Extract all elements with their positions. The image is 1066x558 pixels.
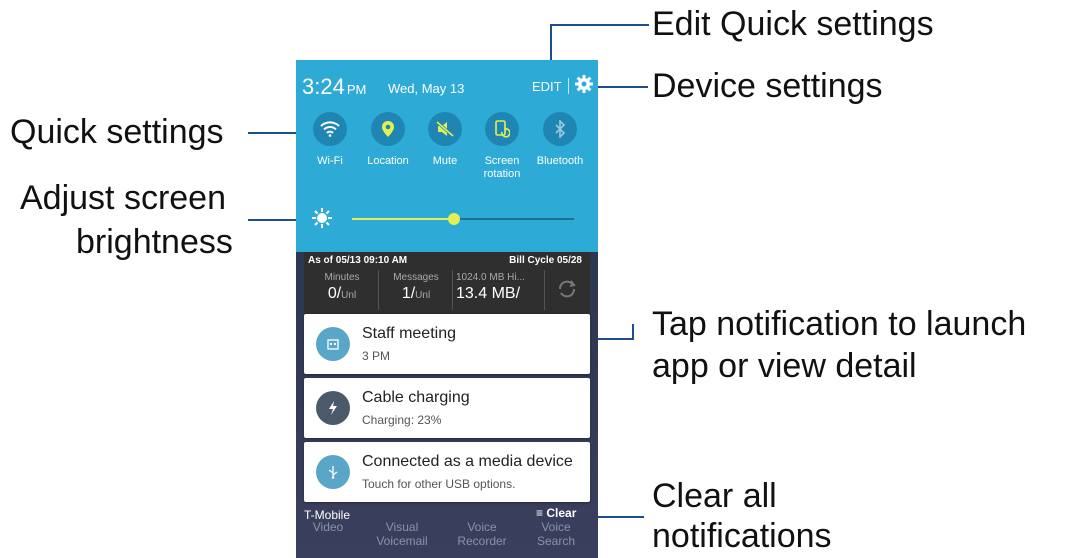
wifi-icon [313, 112, 347, 146]
brightness-leader [248, 219, 298, 221]
notification-title: Cable charging [362, 389, 470, 406]
quick-settings-callout: Quick settings [10, 113, 224, 151]
quick-settings-leader [248, 132, 298, 134]
adjust-brightness-callout-2: brightness [76, 223, 233, 261]
notification-staff-meeting[interactable]: Staff meeting 3 PM [304, 314, 590, 374]
app-label: Voice Search [536, 520, 576, 548]
tap-notification-callout-1: Tap notification to launch [652, 305, 1027, 343]
minutes-column: Minutes 0/Unl [324, 272, 360, 302]
divider [568, 78, 569, 94]
notification-cable-charging[interactable]: Cable charging Charging: 23% [304, 378, 590, 438]
messages-column: Messages 1/Unl [393, 272, 439, 302]
brightness-slider[interactable] [352, 213, 574, 225]
tile-wifi[interactable]: Wi-Fi [302, 112, 358, 168]
notification-title: Staff meeting [362, 325, 456, 342]
brightness-icon [312, 208, 332, 228]
brightness-slider-thumb[interactable] [448, 213, 461, 225]
clear-button[interactable]: ≡ Clear [536, 506, 576, 520]
edit-button[interactable]: EDIT [532, 79, 562, 94]
mute-icon [428, 112, 462, 146]
tile-screen-rotation[interactable]: Screen rotation [474, 112, 530, 181]
location-icon [371, 112, 405, 146]
notification-leader-h [598, 338, 634, 340]
home-app-labels: Video Visual Voicemail Voice Recorder Vo… [296, 520, 598, 558]
usb-icon [316, 455, 350, 489]
refresh-icon[interactable] [556, 278, 578, 300]
clear-all-callout-1: Clear all [652, 477, 777, 515]
tile-mute[interactable]: Mute [417, 112, 473, 168]
tile-label: Bluetooth [536, 155, 584, 167]
app-label: Video [312, 520, 344, 534]
tile-bluetooth[interactable]: Bluetooth [532, 112, 588, 168]
app-label: Visual Voicemail [376, 520, 428, 548]
notification-leader-v [632, 324, 634, 340]
as-of-label: As of 05/13 09:10 AM [308, 255, 408, 266]
notification-media-device[interactable]: Connected as a media device Touch for ot… [304, 442, 590, 502]
edit-quick-settings-callout: Edit Quick settings [652, 5, 934, 43]
data-column: 1024.0 MB Hi... 13.4 MB/ [456, 272, 525, 302]
quick-settings-panel: 3:24 PM Wed, May 13 EDIT Wi-Fi Location … [296, 60, 598, 252]
screen-rotation-icon [485, 112, 519, 146]
device-settings-leader [598, 86, 648, 88]
tile-location[interactable]: Location [360, 112, 416, 168]
tap-notification-callout-2: app or view detail [652, 347, 917, 385]
notification-subtitle: Touch for other USB options. [362, 477, 516, 491]
clear-all-callout-2: notifications [652, 517, 832, 555]
notification-title: Connected as a media device [362, 453, 573, 470]
carrier-label: T-Mobile [304, 508, 351, 522]
adjust-brightness-callout-1: Adjust screen [20, 179, 226, 217]
status-time: 3:24 PM [302, 74, 367, 99]
notification-subtitle: Charging: 23% [362, 413, 442, 427]
status-date: Wed, May 13 [388, 81, 465, 96]
tile-label: Wi-Fi [317, 155, 343, 167]
edit-leader-h [551, 24, 649, 26]
calendar-icon [316, 327, 350, 361]
app-label: Voice Recorder [457, 520, 507, 548]
bill-cycle-label: Bill Cycle 05/28 [509, 255, 582, 266]
tile-label: Mute [432, 155, 458, 167]
notification-subtitle: 3 PM [362, 349, 391, 363]
bluetooth-icon [543, 112, 577, 146]
brightness-slider-fill [352, 218, 455, 220]
tile-label: Screen rotation [483, 155, 521, 180]
clear-leader [598, 516, 644, 518]
gear-icon[interactable] [574, 74, 594, 94]
data-usage-widget[interactable]: As of 05/13 09:10 AM Bill Cycle 05/28 Mi… [304, 252, 590, 314]
device-settings-callout: Device settings [652, 67, 883, 105]
clear-icon: ≡ [536, 506, 547, 520]
lightning-icon [316, 391, 350, 425]
phone-screen: 3:24 PM Wed, May 13 EDIT Wi-Fi Location … [296, 60, 598, 558]
tile-label: Location [367, 155, 409, 167]
